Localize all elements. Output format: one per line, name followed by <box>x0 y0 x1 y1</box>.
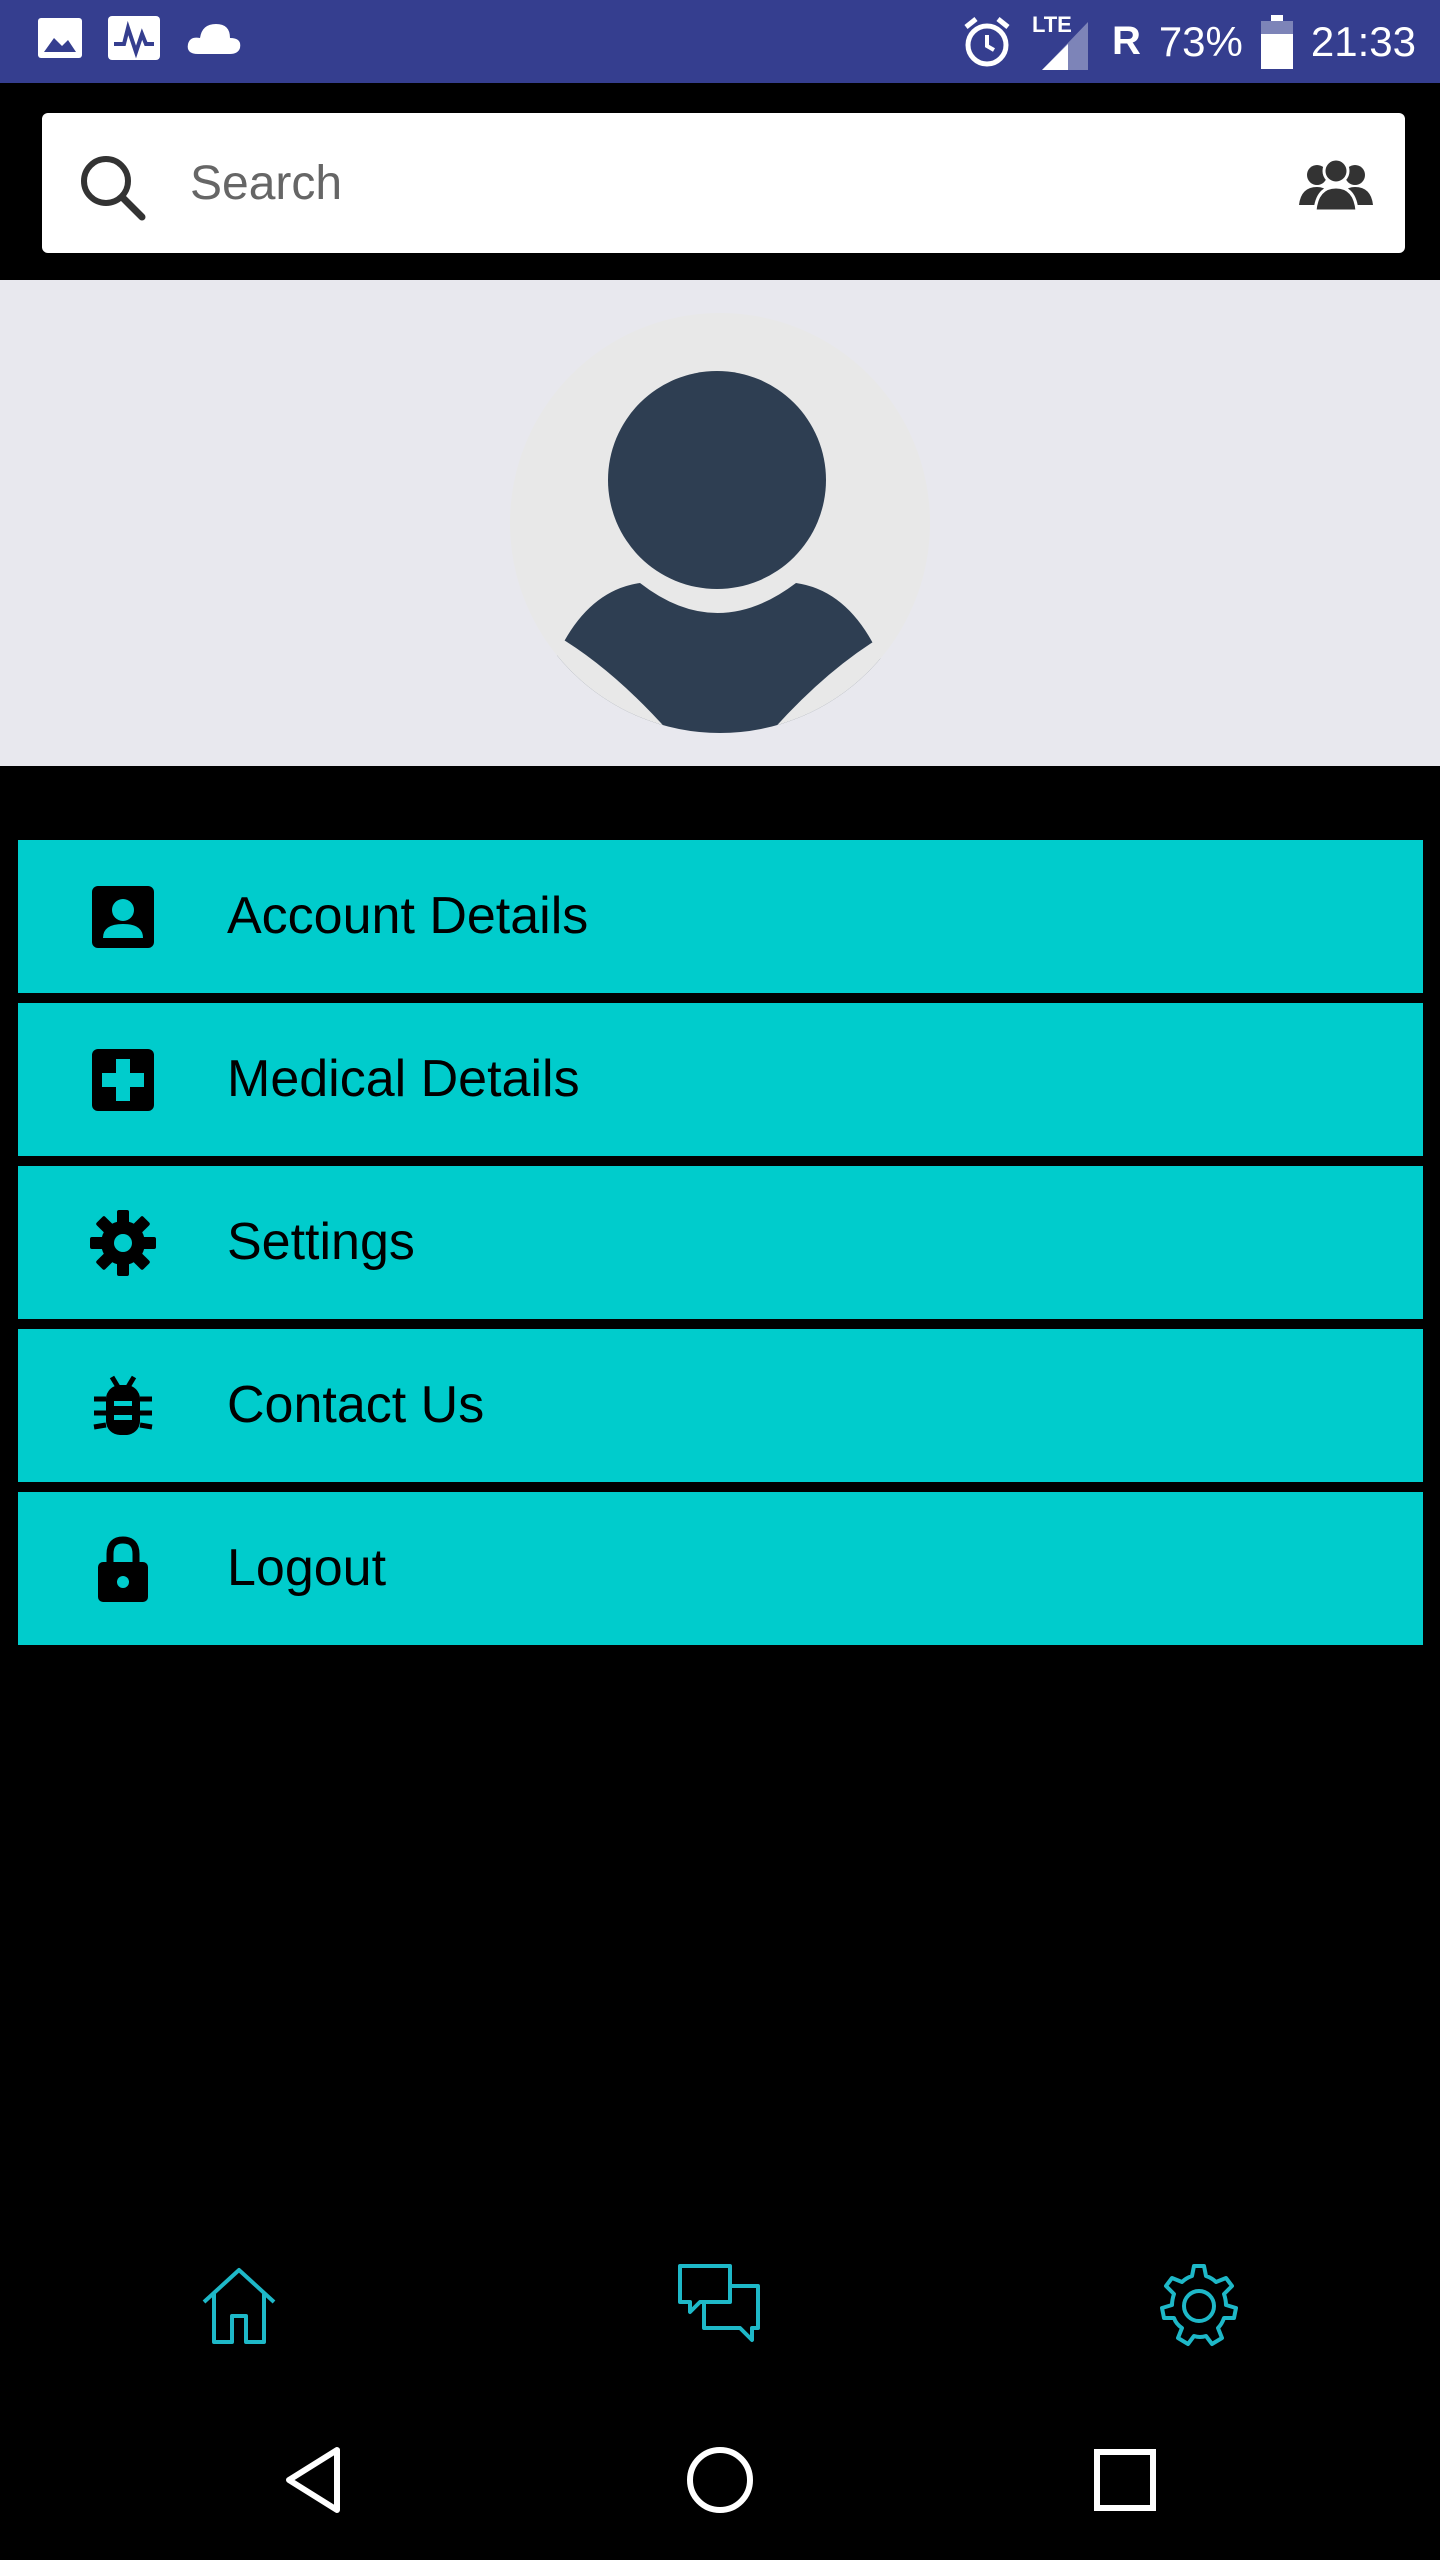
menu-item-label: Logout <box>227 1539 387 1597</box>
status-bar-notifications <box>36 14 244 62</box>
home-circle-icon[interactable] <box>680 2440 760 2520</box>
menu-item-label: Medical Details <box>227 1050 580 1108</box>
status-bar-system: LTE R 73% 21:33 <box>960 0 1416 83</box>
side-menu: Account Details Medical Details Settings… <box>18 840 1423 1655</box>
profile-header <box>0 280 1440 766</box>
menu-item-contact-us[interactable]: Contact Us <box>18 1329 1423 1482</box>
battery-percent: 73% <box>1158 17 1243 65</box>
gear-icon <box>90 1210 156 1276</box>
roaming-indicator: R <box>1111 19 1141 63</box>
home-icon[interactable] <box>194 2260 284 2350</box>
search-input[interactable] <box>190 143 1250 223</box>
menu-item-account-details[interactable]: Account Details <box>18 840 1423 993</box>
medical-cross-icon <box>92 1049 154 1111</box>
bottom-navigation <box>0 2250 1440 2370</box>
menu-item-settings[interactable]: Settings <box>18 1166 1423 1319</box>
back-icon[interactable] <box>275 2440 355 2520</box>
alarm-icon <box>964 16 1010 66</box>
menu-item-label: Account Details <box>227 887 589 945</box>
menu-item-logout[interactable]: Logout <box>18 1492 1423 1645</box>
settings-icon[interactable] <box>1154 2260 1244 2350</box>
recents-icon[interactable] <box>1085 2440 1165 2520</box>
menu-item-label: Settings <box>227 1213 415 1271</box>
signal-icon: LTE <box>1032 12 1094 70</box>
lock-icon <box>98 1536 148 1602</box>
bug-icon <box>93 1375 153 1435</box>
search-icon[interactable] <box>76 151 148 223</box>
search-bar-area <box>0 83 1440 280</box>
group-icon[interactable] <box>1297 157 1375 213</box>
clock: 21:33 <box>1310 17 1416 65</box>
menu-item-medical-details[interactable]: Medical Details <box>18 1003 1423 1156</box>
account-box-icon <box>92 886 154 948</box>
cloud-icon <box>187 24 241 54</box>
search-box[interactable] <box>42 113 1405 253</box>
user-avatar-icon[interactable] <box>510 313 930 733</box>
status-bar: LTE R 73% 21:33 <box>0 0 1440 83</box>
chat-icon[interactable] <box>674 2260 764 2350</box>
menu-item-label: Contact Us <box>227 1376 485 1434</box>
system-navigation-bar <box>0 2400 1440 2560</box>
image-icon <box>38 18 82 58</box>
activity-icon <box>108 16 160 60</box>
battery-icon <box>1260 14 1293 69</box>
